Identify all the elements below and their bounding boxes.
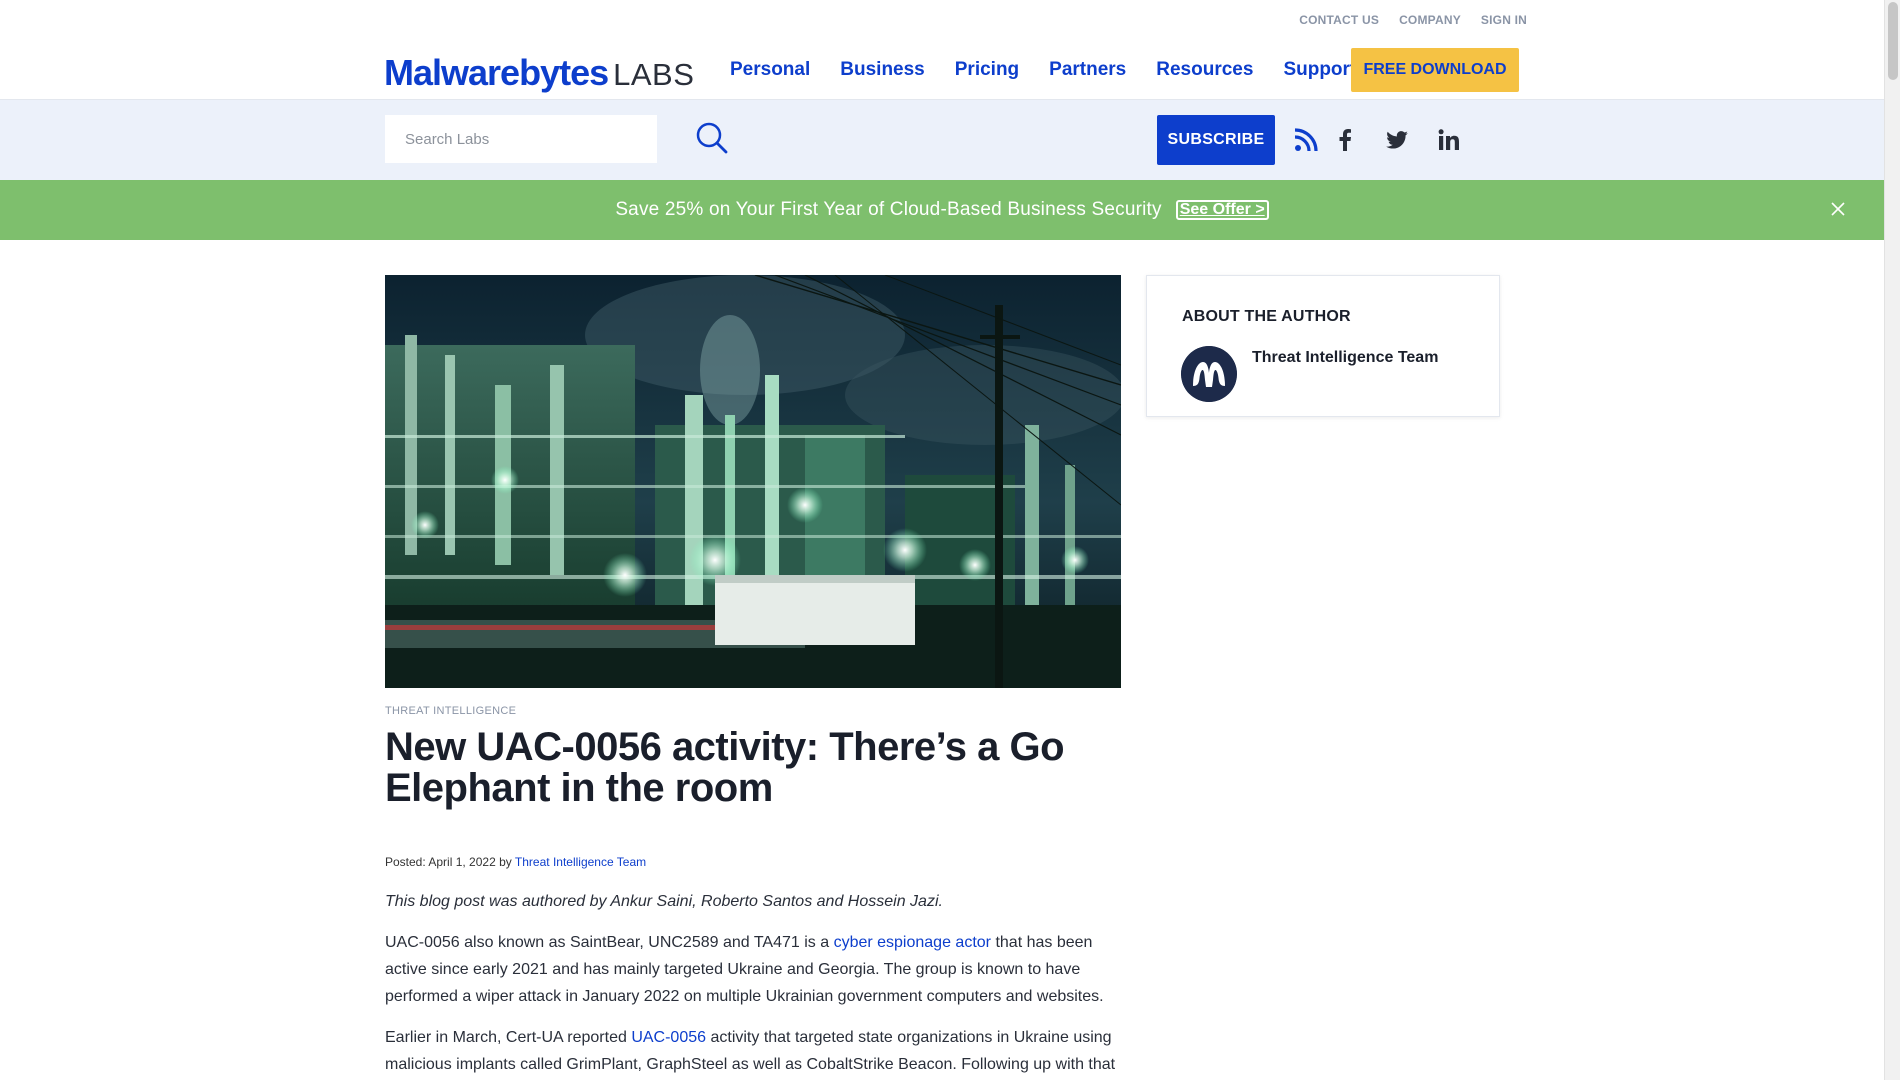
- author-link[interactable]: Threat Intelligence Team: [515, 855, 646, 869]
- search-input[interactable]: [385, 115, 657, 163]
- company-link[interactable]: COMPANY: [1399, 13, 1461, 27]
- facebook-icon[interactable]: [1328, 100, 1362, 180]
- scrollbar-thumb[interactable]: [1888, 2, 1898, 80]
- article-category[interactable]: THREAT INTELLIGENCE: [385, 705, 516, 717]
- about-author-heading: ABOUT THE AUTHOR: [1182, 308, 1351, 325]
- rss-icon[interactable]: [1289, 100, 1323, 180]
- promo-banner: Save 25% on Your First Year of Cloud-Bas…: [0, 180, 1884, 240]
- free-download-button[interactable]: FREE DOWNLOAD: [1351, 48, 1519, 92]
- main-nav: Personal Business Pricing Partners Resou…: [730, 59, 1356, 81]
- promo-content: Save 25% on Your First Year of Cloud-Bas…: [0, 180, 1884, 240]
- posted-label: Posted:: [385, 855, 426, 869]
- subscribe-button[interactable]: SUBSCRIBE: [1157, 115, 1275, 165]
- p2-text-start: Earlier in March, Cert-UA reported: [385, 1029, 627, 1046]
- paragraph-2: Earlier in March, Cert-UA reported UAC-0…: [385, 1024, 1125, 1078]
- nav-pricing[interactable]: Pricing: [955, 59, 1019, 81]
- contact-us-link[interactable]: CONTACT US: [1299, 13, 1379, 27]
- article-hero-image: [385, 275, 1121, 688]
- article-body: This blog post was authored by Ankur Sai…: [385, 888, 1125, 1080]
- cyber-espionage-link[interactable]: cyber espionage actor: [834, 934, 991, 951]
- see-offer-link[interactable]: See Offer >: [1175, 200, 1269, 220]
- article-meta: Posted: April 1, 2022 by Threat Intellig…: [385, 855, 646, 869]
- search-band: SUBSCRIBE: [0, 100, 1884, 180]
- by-label: by: [499, 855, 512, 869]
- uac-0056-link[interactable]: UAC-0056: [631, 1029, 706, 1046]
- post-date: April 1, 2022: [428, 855, 496, 869]
- logo-suffix: LABS: [613, 57, 695, 92]
- nav-personal[interactable]: Personal: [730, 59, 810, 81]
- promo-text: Save 25% on Your First Year of Cloud-Bas…: [615, 199, 1162, 220]
- malwarebytes-labs-logo[interactable]: Malwarebytes LABS: [384, 52, 694, 94]
- sign-in-link[interactable]: SIGN IN: [1481, 13, 1527, 27]
- utility-links: CONTACT US COMPANY SIGN IN: [1299, 13, 1527, 27]
- nav-business[interactable]: Business: [840, 59, 924, 81]
- linkedin-icon[interactable]: [1432, 100, 1466, 180]
- article-title: New UAC-0056 activity: There’s a Go Elep…: [385, 725, 1065, 810]
- twitter-icon[interactable]: [1380, 100, 1414, 180]
- site-header: CONTACT US COMPANY SIGN IN Malwarebytes …: [0, 0, 1884, 100]
- p1-text-start: UAC-0056 also known as SaintBear, UNC258…: [385, 934, 830, 951]
- nav-support[interactable]: Support: [1283, 59, 1356, 81]
- paragraph-1: UAC-0056 also known as SaintBear, UNC258…: [385, 929, 1125, 1010]
- avatar[interactable]: [1181, 346, 1237, 402]
- nav-partners[interactable]: Partners: [1049, 59, 1126, 81]
- about-author-card: ABOUT THE AUTHOR Threat Intelligence Tea…: [1146, 275, 1500, 417]
- search-icon[interactable]: [695, 121, 729, 155]
- page-scrollbar[interactable]: [1884, 0, 1900, 1080]
- nav-resources[interactable]: Resources: [1156, 59, 1253, 81]
- author-name[interactable]: Threat Intelligence Team: [1252, 349, 1438, 367]
- logo-brand: Malwarebytes: [384, 52, 609, 93]
- close-icon[interactable]: [1828, 199, 1848, 219]
- byline-note: This blog post was authored by Ankur Sai…: [385, 893, 943, 910]
